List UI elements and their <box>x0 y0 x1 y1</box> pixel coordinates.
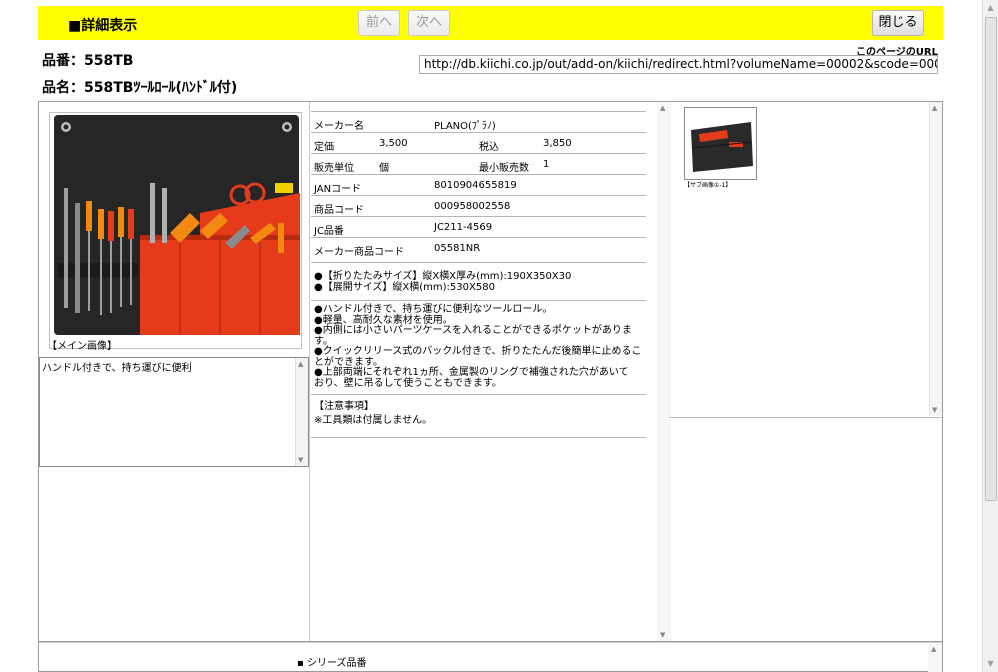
jan-value: 8010904655819 <box>434 180 517 191</box>
page-url-field[interactable]: http://db.kiichi.co.jp/out/add-on/kiichi… <box>419 55 938 74</box>
feature-line: おり、壁に吊るして使うこともできます。 <box>314 377 502 389</box>
spec-row-maker: メーカー名 PLANO(ﾌﾟﾗﾉ) <box>311 112 646 133</box>
size-block: ●【折りたたみサイズ】縦X横X厚み(mm):190X350X30 ●【展開サイズ… <box>311 267 646 301</box>
folded-roll-photo <box>685 108 756 179</box>
scroll-up-icon[interactable]: ▲ <box>931 645 936 653</box>
scroll-down-icon[interactable]: ▼ <box>983 656 998 672</box>
sub-image-scrollbar[interactable]: ▲ ▼ <box>929 102 942 416</box>
series-scrollbar[interactable]: ▲ <box>928 643 942 672</box>
size-line: ●【展開サイズ】縦X横(mm):530X580 <box>314 282 495 293</box>
sub-image-thumbnail[interactable] <box>684 107 757 180</box>
jc-label: JC品番 <box>314 226 344 237</box>
scroll-up-icon[interactable]: ▲ <box>983 0 998 16</box>
unit-value: 個 <box>379 163 389 174</box>
prev-button[interactable]: 前へ <box>358 10 400 36</box>
spec-row-unit: 販売単位 個 最小販売数 1 <box>311 154 646 175</box>
notes-text: ※工具類は付属しません。 <box>314 415 433 426</box>
maker-label: メーカー名 <box>314 121 364 132</box>
jan-label: JANコード <box>314 184 362 195</box>
spec-row-makercode: メーカー商品コード 05581NR <box>311 238 646 263</box>
scroll-up-icon[interactable]: ▲ <box>660 104 665 112</box>
product-name: 品名：558TBﾂｰﾙﾛｰﾙ(ﾊﾝﾄﾞﾙ付) <box>42 80 238 96</box>
sub-image-caption: 【サブ画像①-1】 <box>684 182 732 189</box>
minqty-value: 1 <box>543 159 550 170</box>
makercode-label: メーカー商品コード <box>314 247 404 258</box>
feature-line: ●内側には小さいパーツケースを入れることができるポケットがありま <box>314 325 632 336</box>
description-text: ハンドル付きで、持ち運びに便利 <box>42 363 192 374</box>
tax-label: 税込 <box>479 142 499 153</box>
series-label-text: シリーズ品番 <box>306 658 367 669</box>
code-value: 000958002558 <box>434 201 511 212</box>
column-divider <box>309 102 310 641</box>
feature-line: ●クイックリリース式のバックル付きで、折りたたんだ後簡単に止めるこ <box>314 346 642 357</box>
series-panel: ▪ シリーズ品番 ▲ <box>38 642 943 672</box>
scroll-down-icon[interactable]: ▼ <box>932 406 937 414</box>
detail-page: ■詳細表示 前へ 次へ 閉じる 品番：558TB 品名：558TBﾂｰﾙﾛｰﾙ(… <box>0 0 998 672</box>
spec-row-jan: JANコード 8010904655819 <box>311 175 646 196</box>
price-label: 定価 <box>314 142 334 153</box>
top-bar: ■詳細表示 前へ 次へ 閉じる <box>38 6 943 40</box>
feature-block: ●ハンドル付きで、持ち運びに便利なツールロール。 ●軽量、高耐久な素材を使用。 … <box>311 301 646 395</box>
feature-line: ●ハンドル付きで、持ち運びに便利なツールロール。 <box>314 304 553 315</box>
size-line: ●【折りたたみサイズ】縦X横X厚み(mm):190X350X30 <box>314 271 572 282</box>
feature-line: ●上部両端にそれぞれ1ヵ所、金属製のリングで補強された穴があいて <box>314 367 629 378</box>
spec-row-code: 商品コード 000958002558 <box>311 196 646 217</box>
next-button[interactable]: 次へ <box>408 10 450 36</box>
notes-title: 【注意事項】 <box>314 401 374 412</box>
window-scrollbar[interactable]: ▲ ▼ <box>982 0 998 672</box>
jc-value: JC211-4569 <box>434 222 493 233</box>
makercode-value: 05581NR <box>434 243 481 254</box>
series-label: ▪ シリーズ品番 <box>297 658 367 669</box>
close-button[interactable]: 閉じる <box>872 10 924 36</box>
spec-row-jc: JC品番 JC211-4569 <box>311 217 646 238</box>
tool-roll-photo <box>50 113 301 348</box>
scroll-down-icon[interactable]: ▼ <box>660 631 665 639</box>
scroll-up-icon[interactable]: ▲ <box>298 360 303 368</box>
tax-value: 3,850 <box>543 138 572 149</box>
main-image[interactable] <box>49 112 302 349</box>
sub-image-panel: 【サブ画像①-1】 ▲ ▼ <box>669 102 942 418</box>
notes-block: 【注意事項】 ※工具類は付属しません。 <box>311 395 646 438</box>
description-scrollbar[interactable]: ▲ ▼ <box>295 358 308 466</box>
price-value: 3,500 <box>379 138 408 149</box>
description-textarea[interactable]: ハンドル付きで、持ち運びに便利 ▲ ▼ <box>39 357 309 467</box>
minqty-label: 最小販売数 <box>479 163 529 174</box>
page-title: ■詳細表示 <box>68 18 138 34</box>
scrollbar-thumb[interactable] <box>985 17 997 501</box>
scroll-down-icon[interactable]: ▼ <box>298 456 303 464</box>
unit-label: 販売単位 <box>314 163 354 174</box>
main-image-caption: 【メイン画像】 <box>47 341 117 352</box>
detail-panel: 【メイン画像】 ハンドル付きで、持ち運びに便利 ▲ ▼ メーカー名 PLANO(… <box>38 101 943 642</box>
product-number: 品番：558TB <box>42 53 134 69</box>
maker-value: PLANO(ﾌﾟﾗﾉ) <box>434 121 496 132</box>
spec-row-price: 定価 3,500 税込 3,850 <box>311 133 646 154</box>
spec-table: メーカー名 PLANO(ﾌﾟﾗﾉ) 定価 3,500 税込 3,850 販売単位… <box>311 111 646 438</box>
code-label: 商品コード <box>314 205 364 216</box>
scroll-up-icon[interactable]: ▲ <box>932 104 937 112</box>
